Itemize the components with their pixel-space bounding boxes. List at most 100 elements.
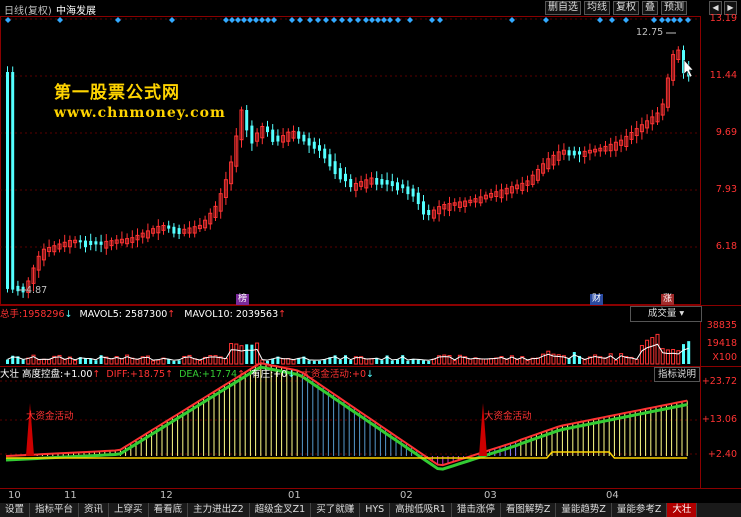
tab-buy-earn[interactable]: 买了就赚 <box>311 503 361 517</box>
mavol5-label: MAVOL5: <box>79 309 122 320</box>
candle-body <box>167 225 171 229</box>
event-marker-limitup[interactable]: 涨 <box>661 294 675 305</box>
signal-diamond-icon <box>387 17 393 23</box>
candle-body <box>333 161 337 175</box>
watermark-title: 第一股票公式网 <box>54 83 180 103</box>
mavol10-label: MAVOL10: <box>184 309 233 320</box>
volume-bar <box>483 358 488 365</box>
tab-news[interactable]: 资讯 <box>79 503 110 517</box>
volume-bar <box>416 359 420 364</box>
signal-diamond-icon <box>229 17 235 23</box>
mavol5-value: 2587300 <box>124 309 168 320</box>
signal-diamond-icon <box>609 17 615 23</box>
signal-diamond-icon <box>297 17 303 23</box>
volume-bar <box>572 352 576 364</box>
candle-body <box>271 129 275 142</box>
signal-diamond-icon <box>597 17 603 23</box>
volume-bar <box>645 339 650 365</box>
candle-body <box>84 240 87 248</box>
signal-diamond-icon <box>253 17 259 23</box>
date-axis-label: 02 <box>400 490 413 501</box>
tab-hys[interactable]: HYS <box>360 503 391 517</box>
indicator-axis-label: +23.72 <box>701 376 737 387</box>
volume-bar <box>349 360 353 364</box>
tab-volume-trend[interactable]: 量能趋势Z <box>556 503 612 517</box>
volume-bar <box>47 359 52 365</box>
signal-diamond-icon <box>543 17 549 23</box>
event-marker-finance[interactable]: 财 <box>590 294 604 305</box>
ind-value-control: +1.00 <box>63 369 93 380</box>
volume-bar <box>177 360 181 364</box>
volume-bar <box>172 360 176 364</box>
signal-diamond-icon <box>407 17 413 23</box>
signal-diamond-icon <box>429 17 435 23</box>
candle-body <box>349 179 353 188</box>
ind-value-dea: +17.74 <box>201 369 238 380</box>
tab-cross-buy[interactable]: 上穿买 <box>109 503 149 517</box>
candle-body <box>245 110 249 131</box>
signal-diamond-icon <box>331 17 337 23</box>
candle-body <box>567 150 571 156</box>
signal-diamond-icon <box>381 17 387 23</box>
indicator-header: 大壮 高度控盘:+1.00↑ DIFF:+18.75↑ DEA:+17.74↑ … <box>0 366 741 380</box>
volume-bar <box>525 360 530 365</box>
tab-settings[interactable]: 设置 <box>0 503 31 517</box>
candle-body <box>380 179 384 185</box>
candle-body <box>572 150 576 156</box>
signal-diamond-icon <box>247 17 253 23</box>
signal-diamond-icon <box>651 17 657 23</box>
indicator-axis-label: +2.40 <box>707 449 737 460</box>
volume-bar <box>665 349 670 365</box>
candle-body <box>302 134 306 142</box>
signal-diamond-icon <box>307 17 313 23</box>
tab-indicator-platform[interactable]: 指标平台 <box>30 503 80 517</box>
volume-bar <box>36 359 41 365</box>
up-arrow-icon: ↑ <box>237 369 246 380</box>
indicator-help-button[interactable]: 指标说明 <box>654 367 700 382</box>
tab-main-flow[interactable]: 主力进出Z2 <box>188 503 250 517</box>
tab-golden-cross[interactable]: 超级金叉Z1 <box>250 503 312 517</box>
volume-indicator-label: 成交量 <box>647 308 677 319</box>
volume-bar <box>323 359 327 364</box>
event-marker-rank[interactable]: 榜 <box>236 294 250 305</box>
tab-limit-up[interactable]: 猎击涨停 <box>452 503 501 517</box>
volume-bar <box>250 344 254 364</box>
volume-indicator-dropdown[interactable]: 成交量 ▾ <box>630 306 702 322</box>
watermark-url: www.chnmoney.com <box>54 105 226 121</box>
signal-diamond-icon <box>355 17 361 23</box>
mavol10-value: 2039563 <box>235 309 279 320</box>
tab-bottom[interactable]: 看看底 <box>149 503 189 517</box>
date-axis-label: 12 <box>160 490 173 501</box>
signal-diamond-icon <box>395 17 401 23</box>
tab-dazhuang[interactable]: 大壮 <box>667 503 698 517</box>
up-arrow-icon: ↑ <box>165 369 174 380</box>
ind-label-banker: 有庄: <box>251 369 274 380</box>
candle-body <box>427 210 431 216</box>
volume-bar <box>234 343 239 365</box>
volume-bar <box>515 359 520 365</box>
volume-bar <box>468 358 473 365</box>
volume-bar <box>6 359 9 364</box>
candle-body <box>312 141 316 149</box>
price-axis-label: 9.69 <box>715 127 737 138</box>
volume-bar <box>119 358 124 365</box>
tab-high-low[interactable]: 高抛低吸R1 <box>390 503 452 517</box>
signal-diamond-icon <box>509 17 515 23</box>
price-axis-label: 11.44 <box>709 70 737 81</box>
volume-bar <box>62 359 67 365</box>
volume-bar <box>682 344 685 364</box>
candle-body <box>297 131 301 139</box>
volume-bar <box>151 360 156 365</box>
tab-trend-view[interactable]: 看图解势Z <box>501 503 557 517</box>
signal-diamonds <box>5 17 691 23</box>
tab-volume-ref[interactable]: 量能参考Z <box>612 503 668 517</box>
candle-body <box>11 72 15 290</box>
ind-value-banker: +0 <box>273 369 288 380</box>
volume-bar <box>312 360 316 364</box>
volume-bar <box>431 358 436 365</box>
up-arrow-icon: ↑ <box>167 309 176 320</box>
date-axis-label: 11 <box>64 490 77 501</box>
candle-body <box>385 180 389 185</box>
down-arrow-icon: ↓ <box>64 309 73 320</box>
volume-ma-line <box>7 343 689 361</box>
